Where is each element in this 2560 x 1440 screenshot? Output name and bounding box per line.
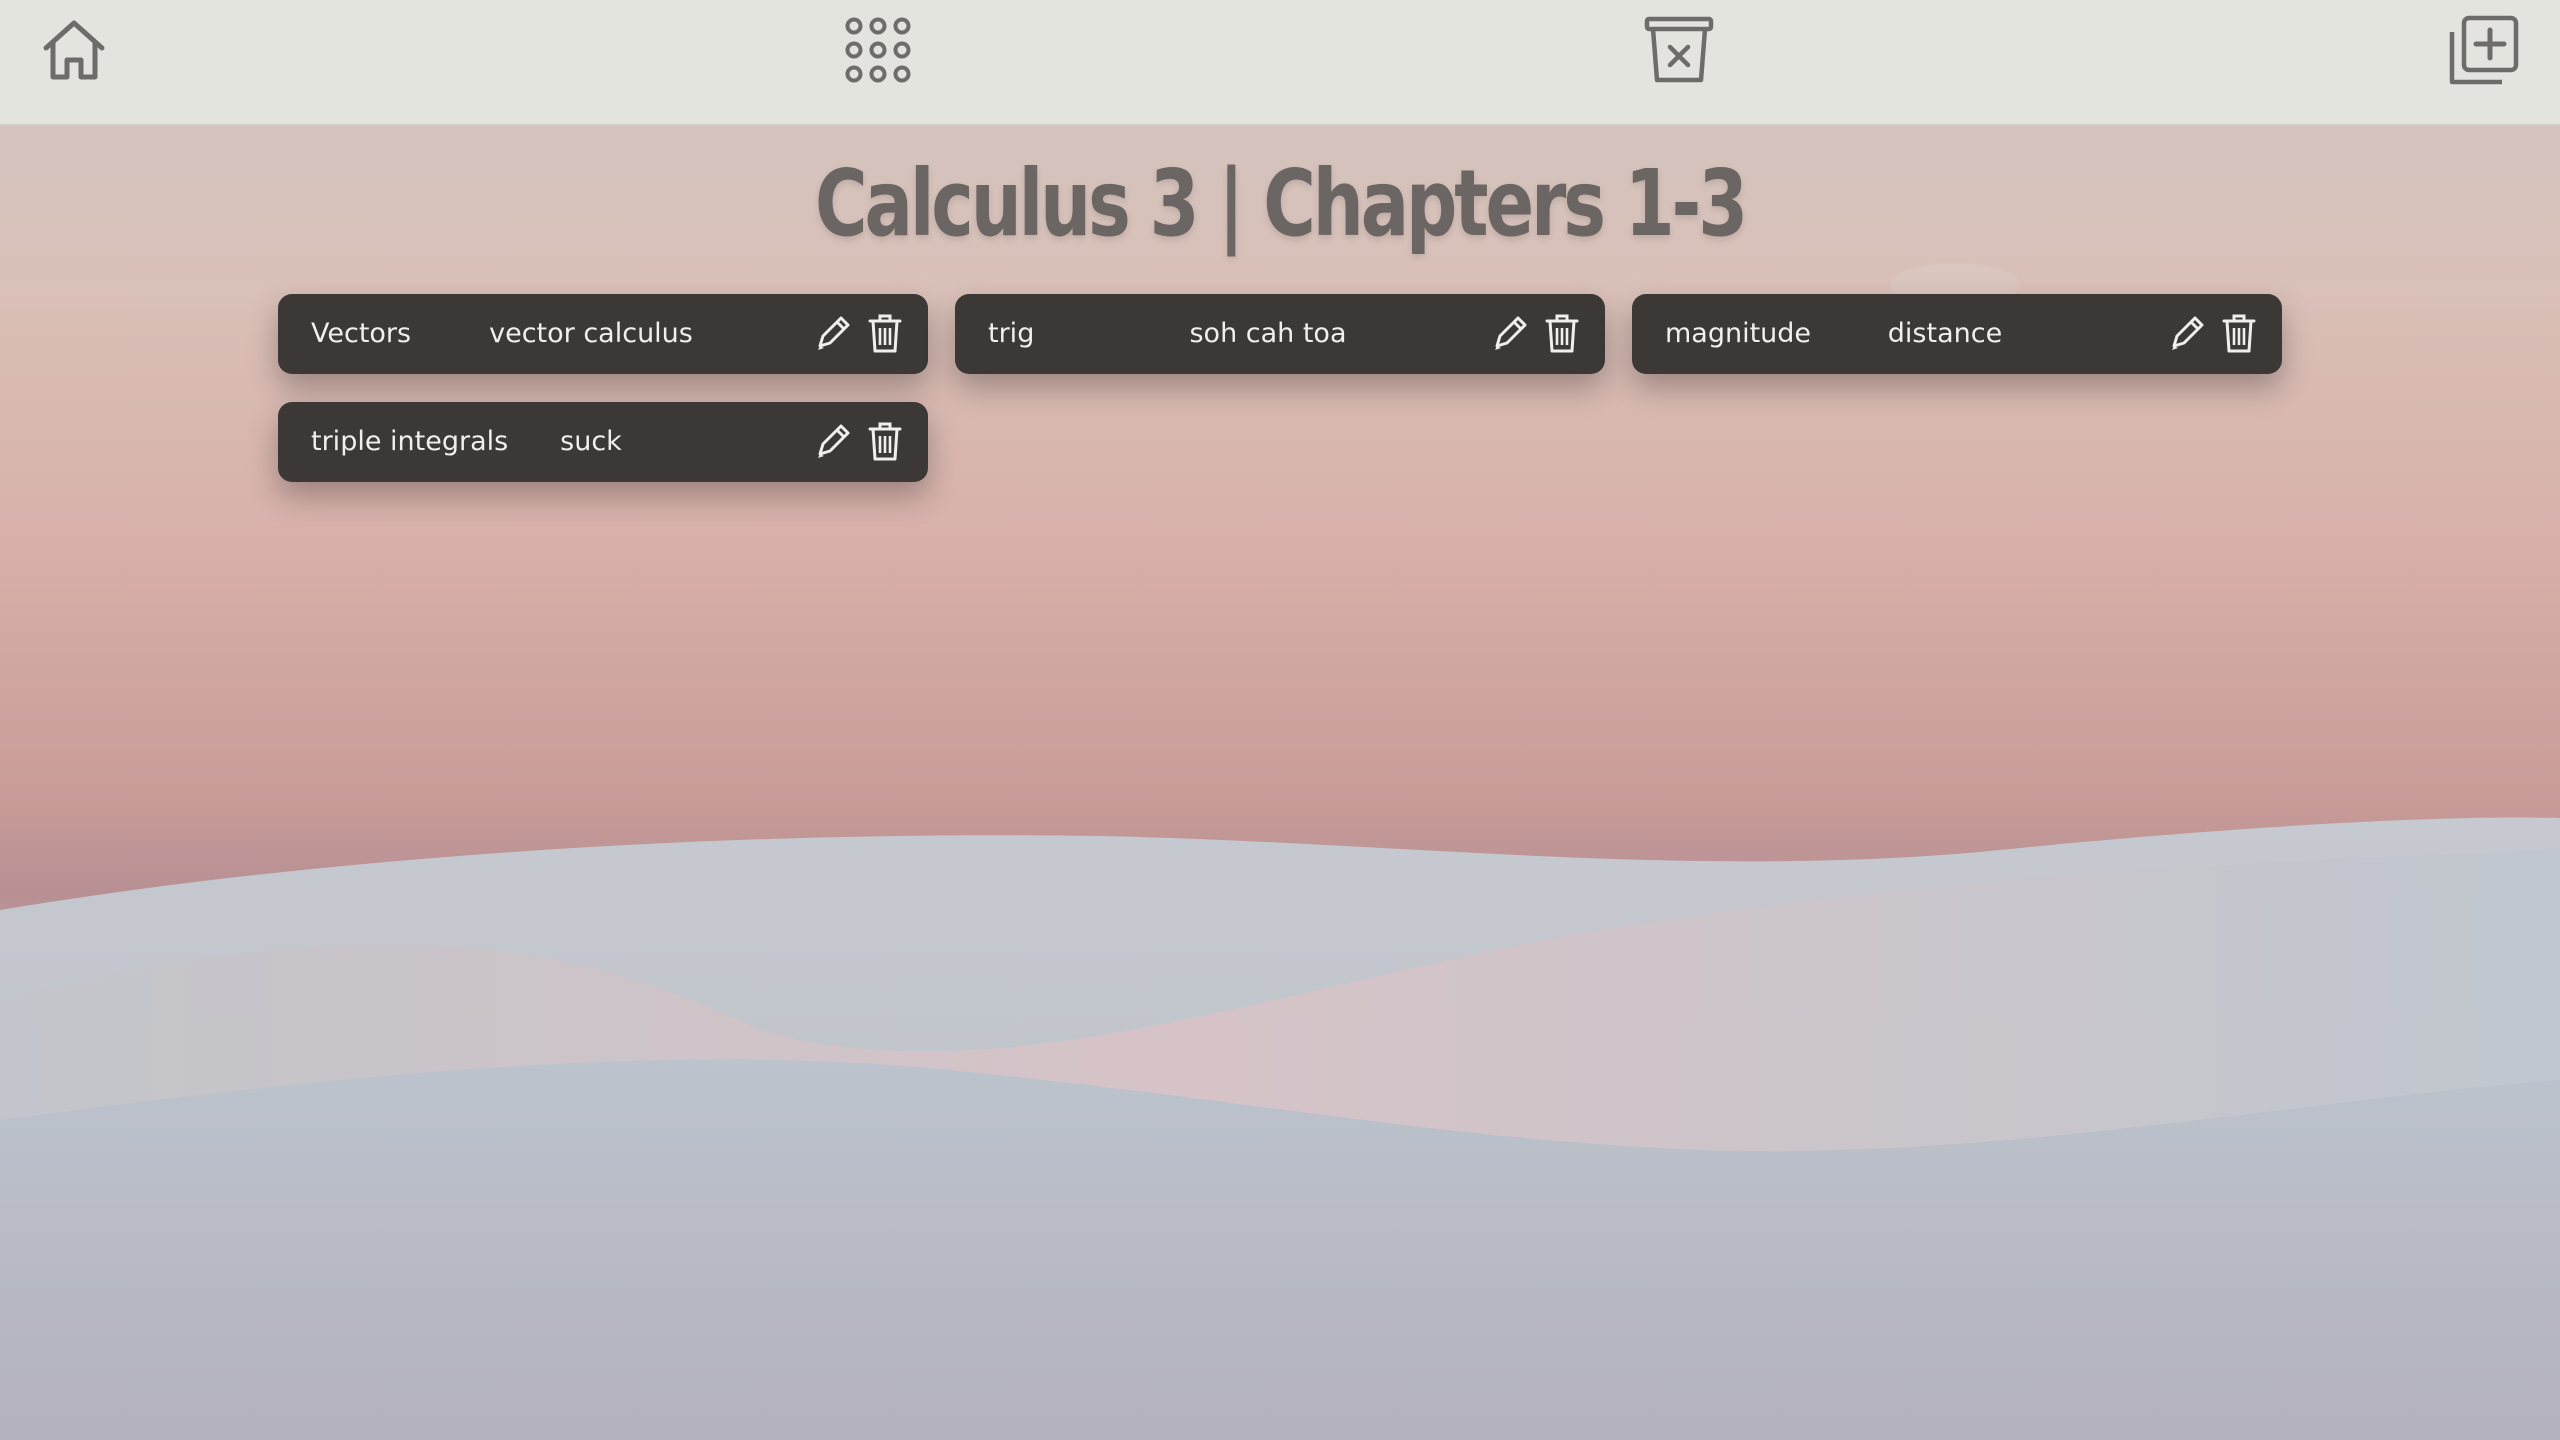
card-term: magnitude — [1665, 318, 1812, 349]
add-card-icon[interactable] — [2448, 14, 2520, 86]
trash-x-icon[interactable] — [1643, 14, 1715, 86]
grid-dots-icon[interactable] — [842, 14, 914, 86]
pencil-icon[interactable] — [814, 314, 852, 354]
card-term: trig — [988, 318, 1035, 349]
pencil-icon[interactable] — [2168, 314, 2206, 354]
card-term: Vectors — [311, 318, 412, 349]
trash-icon[interactable] — [2221, 312, 2257, 354]
home-icon[interactable] — [38, 14, 110, 86]
trash-icon[interactable] — [867, 312, 903, 354]
page-title: Calculus 3 | Chapters 1-3 — [814, 150, 1748, 257]
flashcard[interactable]: triple integrals suck — [278, 402, 928, 482]
flashcard[interactable]: magnitude distance — [1632, 294, 2282, 374]
flashcard[interactable]: Vectors vector calculus — [278, 294, 928, 374]
card-definition: distance — [1887, 318, 2003, 349]
trash-icon[interactable] — [867, 420, 903, 462]
top-toolbar — [0, 0, 2560, 126]
flashcard[interactable]: trig soh cah toa — [955, 294, 1605, 374]
card-definition: suck — [560, 426, 622, 457]
trash-icon[interactable] — [1544, 312, 1580, 354]
pencil-icon[interactable] — [814, 422, 852, 462]
pencil-icon[interactable] — [1491, 314, 1529, 354]
card-definition: soh cah toa — [1189, 318, 1347, 349]
card-definition: vector calculus — [489, 318, 693, 349]
